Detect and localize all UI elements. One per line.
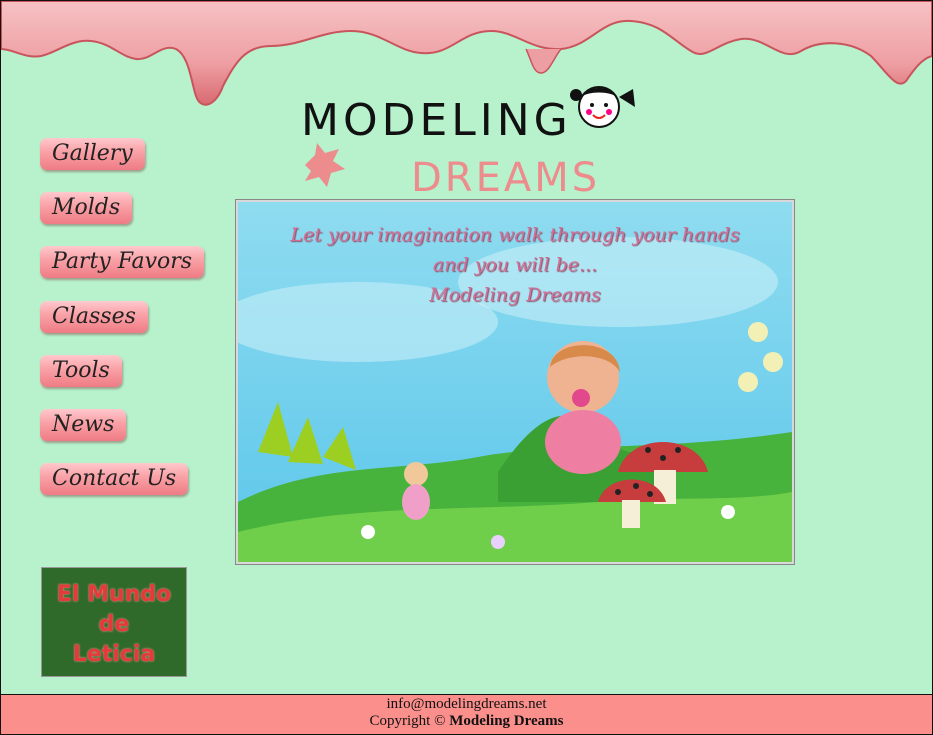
logo-line1: MODELING — [301, 95, 572, 146]
nav-classes-button[interactable]: Classes — [40, 301, 148, 333]
site-logo[interactable]: MODELING DREAMS — [293, 83, 653, 201]
page-frame: MODELING DREAMS Gallery Molds Party Favo… — [0, 0, 933, 735]
hero-tagline-line2: and you will be... — [432, 254, 598, 276]
hero-tagline-line3: Modeling Dreams — [429, 284, 601, 306]
copyright-name: Modeling Dreams — [449, 713, 564, 729]
badge-line3: Leticia — [72, 642, 156, 667]
badge-line2: de — [98, 612, 130, 637]
splat-icon — [305, 143, 345, 187]
footer: info@modelingdreams.net Copyright © Mode… — [1, 694, 932, 734]
copyright-prefix: Copyright © — [369, 713, 446, 729]
nav-party-favors-button[interactable]: Party Favors — [40, 246, 205, 278]
nav-contact-us-button[interactable]: Contact Us — [40, 463, 189, 495]
footer-email-link[interactable]: info@modelingdreams.net — [1, 695, 932, 713]
el-mundo-de-leticia-link[interactable]: El Mundo de Leticia — [41, 567, 187, 677]
nav-tools-button[interactable]: Tools — [40, 355, 122, 387]
nav-molds-button[interactable]: Molds — [40, 192, 133, 224]
nav-gallery-button[interactable]: Gallery — [40, 138, 145, 170]
nav-news-button[interactable]: News — [40, 409, 127, 441]
hero-banner: Let your imagination walk through your h… — [236, 200, 794, 564]
badge-line1: El Mundo — [56, 582, 172, 607]
hero-tagline-line1: Let your imagination walk through your h… — [290, 224, 740, 246]
doll-face-icon — [570, 86, 635, 128]
logo-artwork: MODELING DREAMS — [301, 86, 635, 201]
logo-line2: DREAMS — [411, 155, 600, 195]
footer-copyright: Copyright © Modeling Dreams — [1, 713, 932, 730]
